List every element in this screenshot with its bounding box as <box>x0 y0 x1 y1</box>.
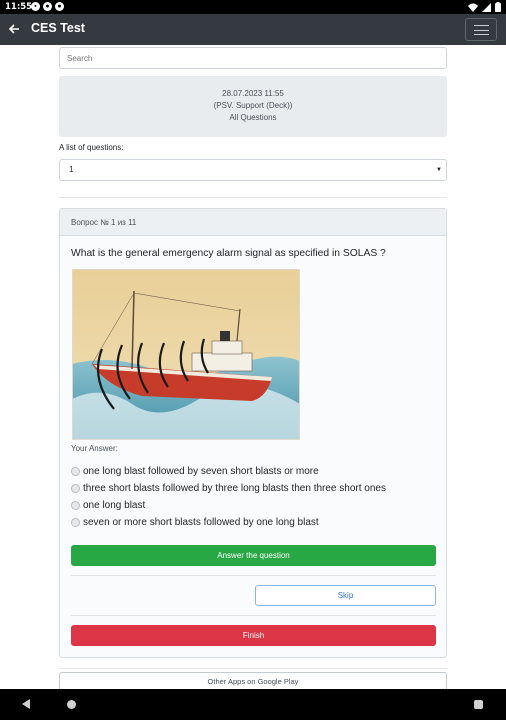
answer-option[interactable]: three short blasts followed by three lon… <box>71 483 386 494</box>
question-list-label: A list of questions: <box>59 143 124 152</box>
status-time: 11:55 <box>5 2 33 12</box>
divider <box>71 575 436 576</box>
answer-option[interactable]: seven or more short blasts followed by o… <box>71 517 319 528</box>
app-bar: CES Test <box>0 14 506 45</box>
answer-option[interactable]: one long blast followed by seven short b… <box>71 466 319 477</box>
answer-option-label: one long blast followed by seven short b… <box>83 466 319 477</box>
question-card: Вопрос № 1 из 11 What is the general eme… <box>59 208 447 658</box>
test-datetime: 28.07.2023 11:55 <box>222 89 284 98</box>
status-bar: 11:55 ▪ ● ● <box>0 0 506 14</box>
divider <box>59 197 447 198</box>
answer-option-label: three short blasts followed by three lon… <box>83 483 386 494</box>
radio-button[interactable] <box>71 518 80 527</box>
question-counter: Вопрос № 1 из 11 <box>60 209 446 236</box>
your-answer-label: Your Answer: <box>71 444 118 453</box>
test-category: (PSV. Support (Deck)) <box>213 101 293 110</box>
divider <box>71 615 436 616</box>
question-select-value: 1 <box>69 165 74 174</box>
test-scope: All Questions <box>229 113 277 122</box>
search-input[interactable] <box>59 47 447 69</box>
answer-button[interactable]: Answer the question <box>71 545 436 566</box>
radio-button[interactable] <box>71 484 80 493</box>
answer-option-label: seven or more short blasts followed by o… <box>83 517 319 528</box>
battery-icon <box>495 2 501 12</box>
answer-option[interactable]: one long blast <box>71 500 145 511</box>
arrow-left-icon[interactable] <box>6 21 22 37</box>
menu-button[interactable] <box>465 18 497 41</box>
question-select[interactable]: 1 ▼ <box>59 159 447 181</box>
nav-recents-icon[interactable] <box>474 700 483 709</box>
wifi-icon <box>468 3 478 12</box>
radio-button[interactable] <box>71 467 80 476</box>
answer-option-label: one long blast <box>83 500 146 511</box>
nav-home-icon[interactable] <box>67 700 76 709</box>
skip-button[interactable]: Skip <box>255 585 436 606</box>
signal-icon <box>482 2 491 12</box>
status-notification-icons: ▪ ● ● <box>31 2 64 11</box>
notification-icon: ▪ <box>31 2 40 11</box>
status-right <box>468 2 501 12</box>
nav-back-icon[interactable] <box>22 699 30 709</box>
question-text: What is the general emergency alarm sign… <box>71 248 386 259</box>
finish-button[interactable]: Finish <box>71 625 436 646</box>
test-info-box: 28.07.2023 11:55 (PSV. Support (Deck)) A… <box>59 76 447 137</box>
system-nav-bar <box>0 689 506 720</box>
divider <box>59 668 447 669</box>
chevron-down-icon: ▼ <box>436 167 442 173</box>
app-title: CES Test <box>31 21 85 35</box>
app-icon: ● <box>43 2 52 11</box>
radio-button[interactable] <box>71 501 80 510</box>
ship-alarm-illustration <box>72 269 300 440</box>
app-icon: ● <box>55 2 64 11</box>
other-apps-button[interactable]: Other Apps on Google Play <box>59 672 447 689</box>
